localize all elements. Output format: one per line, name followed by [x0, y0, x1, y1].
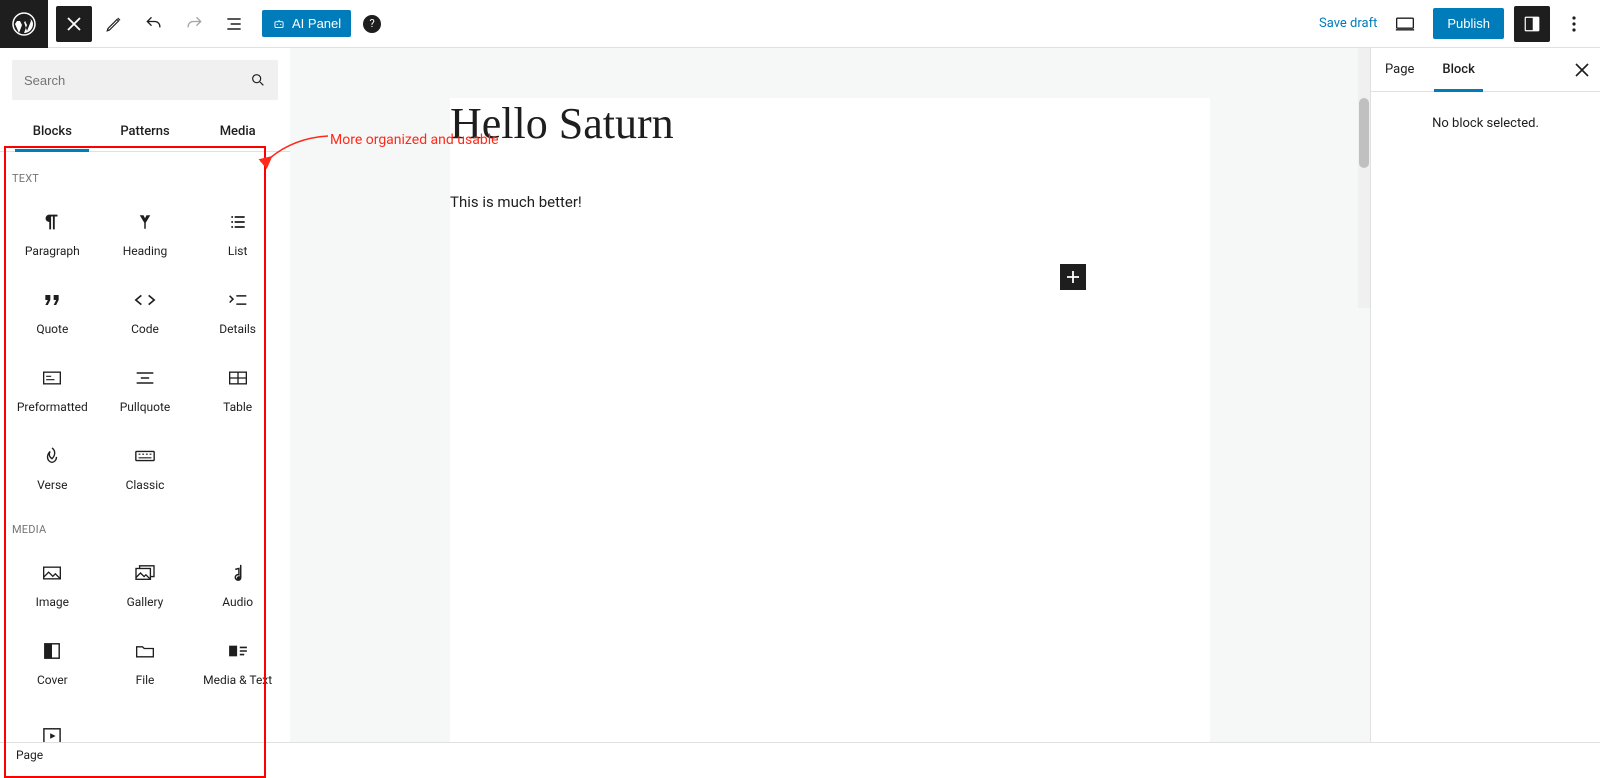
tab-blocks[interactable]: Blocks: [6, 112, 99, 151]
sidebar-tab-page[interactable]: Page: [1371, 48, 1428, 91]
cover-icon: [40, 639, 64, 663]
block-classic[interactable]: Classic: [99, 429, 192, 507]
redo-icon: [184, 14, 204, 34]
publish-button[interactable]: Publish: [1433, 8, 1504, 39]
list-icon: [226, 210, 250, 234]
no-block-selected-text: No block selected.: [1371, 92, 1600, 155]
block-cover[interactable]: Cover: [6, 624, 99, 702]
block-code[interactable]: Code: [99, 273, 192, 351]
block-search-input[interactable]: [24, 73, 250, 88]
section-media-heading: MEDIA: [6, 507, 284, 546]
gallery-icon: [133, 561, 157, 585]
redo-button[interactable]: [176, 6, 212, 42]
close-icon: [1575, 63, 1589, 77]
block-list[interactable]: List: [191, 195, 284, 273]
page-body-paragraph[interactable]: This is much better!: [450, 193, 1210, 211]
code-icon: [133, 288, 157, 312]
canvas-scrollbar-thumb[interactable]: [1359, 98, 1369, 168]
block-image[interactable]: Image: [6, 546, 99, 624]
help-button[interactable]: ?: [363, 15, 381, 33]
editor-top-toolbar: AI Panel ? Save draft Publish: [0, 0, 1600, 48]
add-block-button[interactable]: [1060, 264, 1086, 290]
audio-icon: [226, 561, 250, 585]
block-quote[interactable]: Quote: [6, 273, 99, 351]
block-preformatted[interactable]: Preformatted: [6, 351, 99, 429]
pullquote-icon: [133, 366, 157, 390]
block-search-box[interactable]: [12, 60, 278, 100]
sidebar-tab-block[interactable]: Block: [1428, 48, 1488, 91]
tools-button[interactable]: [96, 6, 132, 42]
undo-button[interactable]: [136, 6, 172, 42]
sidebar-icon: [1523, 15, 1541, 33]
block-video[interactable]: [6, 702, 99, 742]
tab-media[interactable]: Media: [191, 112, 284, 151]
preformatted-icon: [40, 366, 64, 390]
page-title[interactable]: Hello Saturn: [450, 98, 1210, 149]
save-draft-link[interactable]: Save draft: [1319, 16, 1377, 31]
vertical-dots-icon: [1572, 16, 1576, 32]
tab-patterns[interactable]: Patterns: [99, 112, 192, 151]
inserter-tabs: Blocks Patterns Media: [0, 112, 290, 152]
close-icon: [67, 17, 81, 31]
block-file[interactable]: File: [99, 624, 192, 702]
editor-footer: Page: [0, 742, 1600, 766]
block-audio[interactable]: Audio: [191, 546, 284, 624]
classic-icon: [133, 444, 157, 468]
pencil-icon: [105, 15, 123, 33]
block-paragraph[interactable]: Paragraph: [6, 195, 99, 273]
ai-panel-button[interactable]: AI Panel: [262, 10, 351, 37]
plus-icon: [1066, 270, 1080, 284]
block-details[interactable]: Details: [191, 273, 284, 351]
undo-icon: [144, 14, 164, 34]
editor-canvas[interactable]: Hello Saturn This is much better!: [290, 48, 1370, 742]
robot-icon: [272, 17, 286, 31]
close-inserter-button[interactable]: [56, 6, 92, 42]
more-options-button[interactable]: [1560, 10, 1588, 38]
breadcrumb[interactable]: Page: [16, 748, 43, 762]
video-icon: [40, 724, 64, 742]
file-icon: [133, 639, 157, 663]
ai-panel-label: AI Panel: [292, 16, 341, 31]
media-text-icon: [226, 639, 250, 663]
wordpress-icon: [12, 12, 36, 36]
document-overview-button[interactable]: [216, 6, 252, 42]
block-table[interactable]: Table: [191, 351, 284, 429]
settings-sidebar: Page Block No block selected.: [1370, 48, 1600, 742]
block-gallery[interactable]: Gallery: [99, 546, 192, 624]
close-sidebar-button[interactable]: [1564, 52, 1600, 88]
block-inserter-panel: Blocks Patterns Media TEXT Paragraph Hea…: [0, 48, 290, 742]
wordpress-logo[interactable]: [0, 0, 48, 48]
table-icon: [226, 366, 250, 390]
quote-icon: [40, 288, 64, 312]
section-text-heading: TEXT: [6, 156, 284, 195]
paragraph-icon: [40, 210, 64, 234]
block-verse[interactable]: Verse: [6, 429, 99, 507]
desktop-icon: [1395, 16, 1415, 32]
block-pullquote[interactable]: Pullquote: [99, 351, 192, 429]
block-heading[interactable]: Heading: [99, 195, 192, 273]
heading-icon: [133, 210, 157, 234]
verse-icon: [40, 444, 64, 468]
preview-button[interactable]: [1387, 6, 1423, 42]
settings-sidebar-toggle[interactable]: [1514, 6, 1550, 42]
search-icon: [250, 72, 266, 88]
blocks-list[interactable]: TEXT Paragraph Heading List Quote Code D…: [0, 152, 290, 742]
block-media-text[interactable]: Media & Text: [191, 624, 284, 702]
canvas-scrollbar[interactable]: [1358, 48, 1370, 308]
list-view-icon: [224, 14, 244, 34]
image-icon: [40, 561, 64, 585]
details-icon: [226, 288, 250, 312]
